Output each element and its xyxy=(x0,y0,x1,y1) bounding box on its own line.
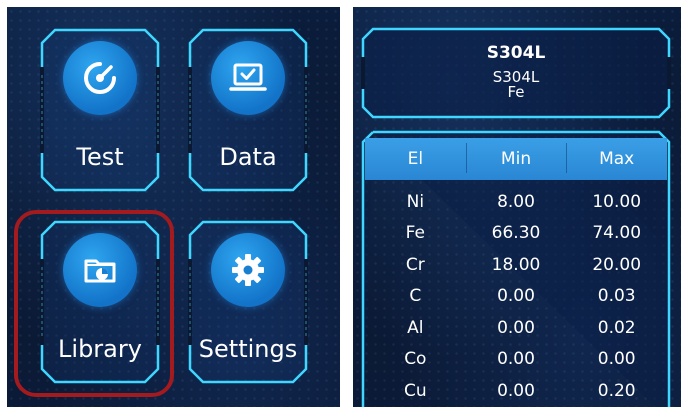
alloy-title-box: S304L S304L Fe xyxy=(361,27,671,119)
cell-min: 66.30 xyxy=(491,223,541,244)
table-row: C 0.00 0.03 xyxy=(365,281,667,313)
settings-label: Settings xyxy=(198,335,298,363)
alloy-details: S304L Fe xyxy=(361,70,671,100)
alloy-name: S304L xyxy=(486,43,546,63)
laptop-check-icon xyxy=(211,41,285,115)
table-row: Cu 0.00 0.20 xyxy=(365,375,667,407)
table-row: Ni 8.00 10.00 xyxy=(365,186,667,218)
data-label: Data xyxy=(219,143,277,171)
cell-max: 74.00 xyxy=(592,223,642,244)
cell-element: Al xyxy=(407,317,424,338)
table-row: Al 0.00 0.02 xyxy=(365,312,667,344)
table-row: Cr 18.00 20.00 xyxy=(365,249,667,281)
cell-max: 0.02 xyxy=(597,317,636,338)
cell-element: Cu xyxy=(404,380,427,401)
cell-min: 8.00 xyxy=(497,191,535,212)
cell-element: Co xyxy=(404,349,427,370)
table-body[interactable]: Ni 8.00 10.00 Fe 66.30 74.00 Cr 18.00 20… xyxy=(365,186,667,407)
cell-element: Cr xyxy=(405,254,425,275)
cell-min: 0.00 xyxy=(497,349,535,370)
cell-max: 0.20 xyxy=(597,380,636,401)
cell-min: 0.00 xyxy=(497,286,535,307)
cell-element: Ni xyxy=(406,191,425,212)
cell-max: 0.00 xyxy=(597,349,636,370)
table-row: Fe 66.30 74.00 xyxy=(365,218,667,250)
cell-max: 20.00 xyxy=(592,254,642,275)
cell-min: 0.00 xyxy=(497,317,535,338)
cell-min: 0.00 xyxy=(497,380,535,401)
gear-icon xyxy=(211,233,285,307)
cell-max: 10.00 xyxy=(592,191,642,212)
header-element: El xyxy=(407,149,424,169)
library-highlight xyxy=(14,210,174,397)
cell-element: Fe xyxy=(405,223,425,244)
alloy-base: Fe xyxy=(507,83,525,101)
cell-max: 0.03 xyxy=(597,286,636,307)
cell-element: C xyxy=(409,286,422,307)
composition-table: El Min Max Ni 8.00 10.00 Fe 66.30 74.00 … xyxy=(361,130,671,407)
header-max: Max xyxy=(566,143,667,173)
main-menu-screen: Test Data Library Settings xyxy=(7,7,340,407)
gauge-icon xyxy=(63,41,137,115)
settings-tile[interactable]: Settings xyxy=(187,219,309,385)
test-label: Test xyxy=(76,143,124,171)
table-header: El Min Max xyxy=(365,138,667,180)
header-min: Min xyxy=(465,143,567,173)
cell-min: 18.00 xyxy=(491,254,541,275)
data-tile[interactable]: Data xyxy=(187,27,309,193)
library-detail-screen: S304L S304L Fe El Min Max Ni 8.00 10.00 … xyxy=(353,7,681,407)
test-tile[interactable]: Test xyxy=(39,27,161,193)
table-row: Co 0.00 0.00 xyxy=(365,344,667,376)
